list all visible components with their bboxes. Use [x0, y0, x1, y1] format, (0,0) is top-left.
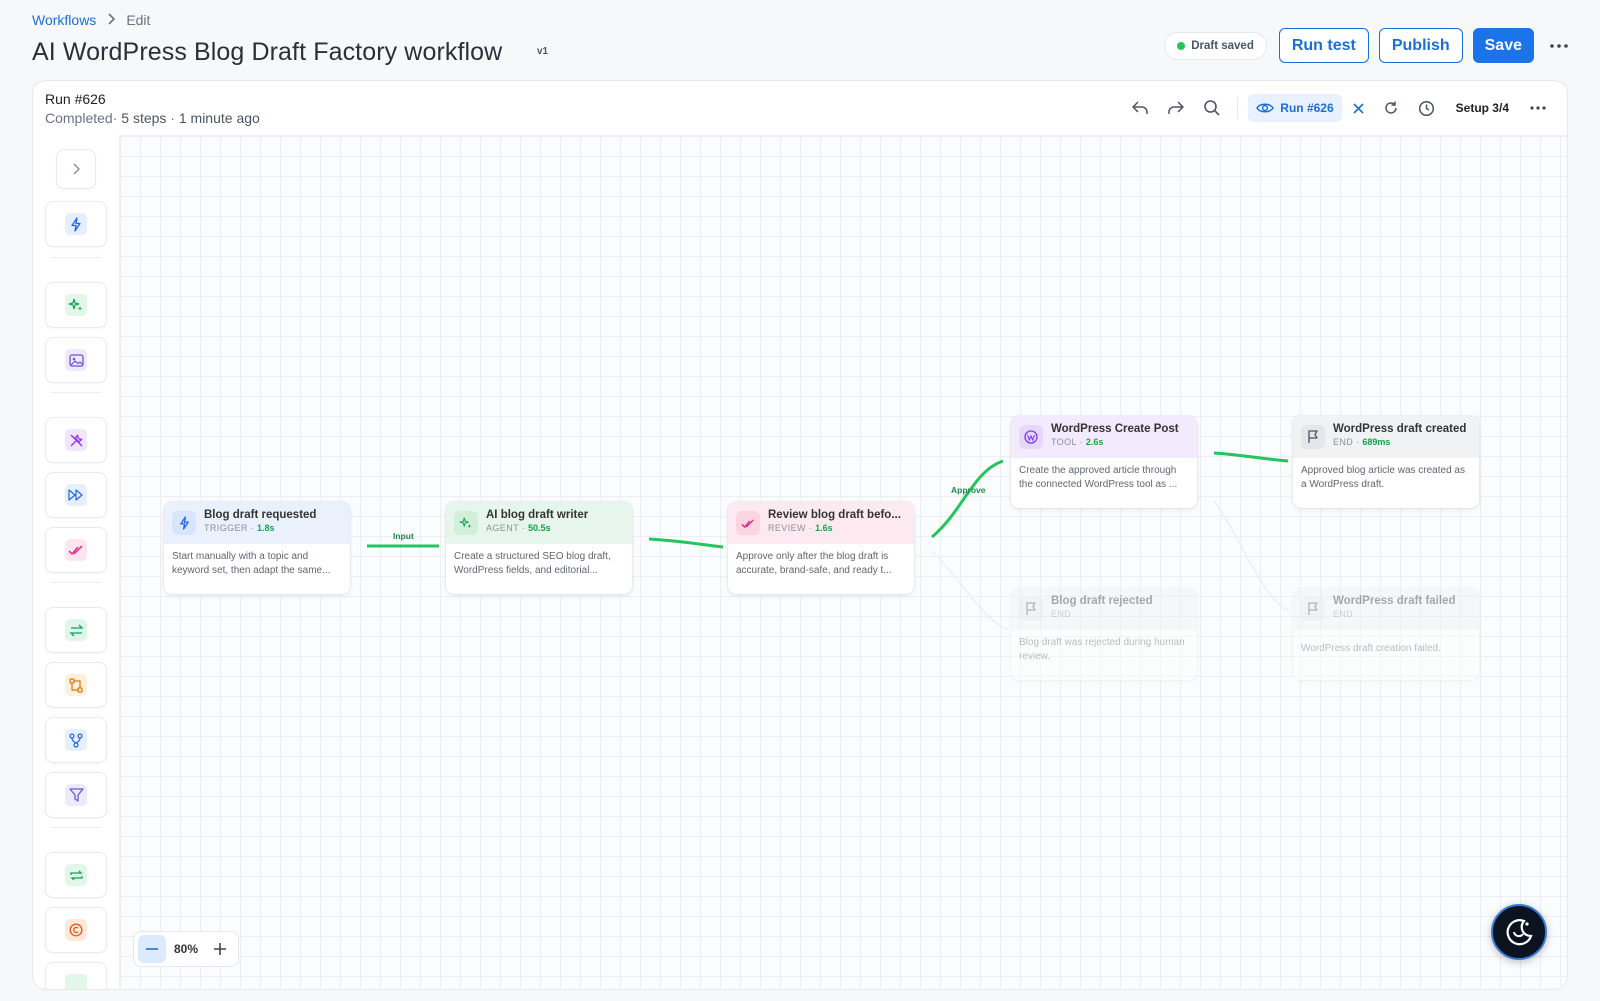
flag-icon: [1019, 597, 1043, 621]
header-actions: Draft saved Run test Publish Save: [1164, 28, 1574, 63]
node-description: Create a structured SEO blog draft, Word…: [454, 551, 611, 576]
node-header: Review blog draft befo... REVIEW · 1.6s: [728, 502, 914, 544]
node-kind: REVIEW: [768, 523, 806, 533]
sparkle-icon: [454, 511, 478, 535]
node-kind: TOOL: [1051, 437, 1077, 447]
node-kind: END: [1333, 437, 1354, 447]
zoom-control: 80%: [133, 931, 239, 967]
node-description: Blog draft was rejected during human rev…: [1019, 637, 1185, 662]
breadcrumb-current: Edit: [126, 12, 151, 28]
edge-label-input: Input: [393, 531, 414, 541]
draft-status-badge: Draft saved: [1164, 31, 1267, 60]
node-kind: END: [1051, 609, 1072, 619]
node-description: Start manually with a topic and keyword …: [172, 551, 331, 576]
lightning-icon: [172, 511, 196, 535]
node-header: Blog draft requested TRIGGER · 1.8s: [164, 502, 350, 544]
node-title: Blog draft requested: [204, 509, 317, 521]
breadcrumb: Workflows Edit: [32, 12, 150, 28]
node-title: WordPress draft created: [1333, 423, 1467, 435]
run-test-button[interactable]: Run test: [1278, 28, 1369, 63]
node-tool[interactable]: WordPress Create Post TOOL · 2.6s Create…: [1011, 416, 1197, 508]
node-title: WordPress draft failed: [1333, 595, 1456, 607]
double-check-icon: [736, 511, 760, 535]
publish-button[interactable]: Publish: [1378, 28, 1463, 63]
edge-review-rejected: [931, 550, 1009, 630]
chevron-right-icon: [106, 12, 116, 28]
edge-review-tool: [931, 459, 1004, 539]
version-badge: v1: [537, 46, 549, 57]
node-duration: 1.8s: [257, 523, 275, 533]
flag-icon: [1301, 597, 1325, 621]
assistant-button[interactable]: [1491, 904, 1547, 960]
node-description: WordPress draft creation failed.: [1301, 643, 1441, 654]
edge-tool-failed: [1213, 500, 1291, 612]
more-options-icon[interactable]: [1544, 31, 1574, 61]
wordpress-icon: [1019, 425, 1043, 449]
assistant-moon-icon: [1506, 919, 1533, 946]
workflow-panel: Run #626 Completed· 5 steps · 1 minute a…: [32, 80, 1568, 990]
edge-label-approve: Approve: [951, 485, 986, 495]
node-end-created[interactable]: WordPress draft created END · 689ms Appr…: [1293, 416, 1479, 508]
node-kind: END: [1333, 609, 1354, 619]
node-header: AI blog draft writer AGENT · 50.5s: [446, 502, 632, 544]
node-duration: 50.5s: [528, 523, 551, 533]
node-description: Approved blog article was created as a W…: [1301, 465, 1465, 490]
node-review[interactable]: Review blog draft befo... REVIEW · 1.6s …: [728, 502, 914, 594]
node-end-rejected[interactable]: Blog draft rejected END Blog draft was r…: [1011, 588, 1197, 680]
node-title: AI blog draft writer: [486, 509, 589, 521]
node-kind: TRIGGER: [204, 523, 248, 533]
node-duration: 1.6s: [815, 523, 833, 533]
draft-status-label: Draft saved: [1191, 39, 1254, 52]
node-header: WordPress Create Post TOOL · 2.6s: [1011, 416, 1197, 458]
page-title: AI WordPress Blog Draft Factory workflow: [32, 38, 503, 66]
node-header: Blog draft rejected END: [1011, 588, 1197, 630]
node-agent[interactable]: AI blog draft writer AGENT · 50.5s Creat…: [446, 502, 632, 594]
node-duration: 2.6s: [1085, 437, 1104, 447]
edge-agent-review: [648, 537, 724, 549]
edge-tool-end: [1213, 451, 1289, 463]
zoom-level: 80%: [173, 942, 199, 956]
node-header: WordPress draft created END · 689ms: [1293, 416, 1479, 458]
node-trigger[interactable]: Blog draft requested TRIGGER · 1.8s Star…: [164, 502, 350, 594]
zoom-out-button[interactable]: [138, 935, 166, 963]
node-kind: AGENT: [486, 523, 519, 533]
flag-icon: [1301, 425, 1325, 449]
save-button[interactable]: Save: [1472, 28, 1534, 63]
status-dot-icon: [1177, 41, 1186, 50]
node-description: Create the approved article through the …: [1019, 465, 1178, 490]
node-header: WordPress draft failed END: [1293, 588, 1479, 630]
node-end-failed[interactable]: WordPress draft failed END WordPress dra…: [1293, 588, 1479, 680]
node-duration: 689ms: [1362, 437, 1391, 447]
zoom-in-button[interactable]: [206, 935, 234, 963]
node-title: WordPress Create Post: [1051, 423, 1179, 435]
node-title: Blog draft rejected: [1051, 595, 1153, 607]
node-title: Review blog draft befo...: [768, 509, 901, 521]
node-description: Approve only after the blog draft is acc…: [736, 551, 892, 576]
breadcrumb-workflows-link[interactable]: Workflows: [32, 12, 96, 28]
